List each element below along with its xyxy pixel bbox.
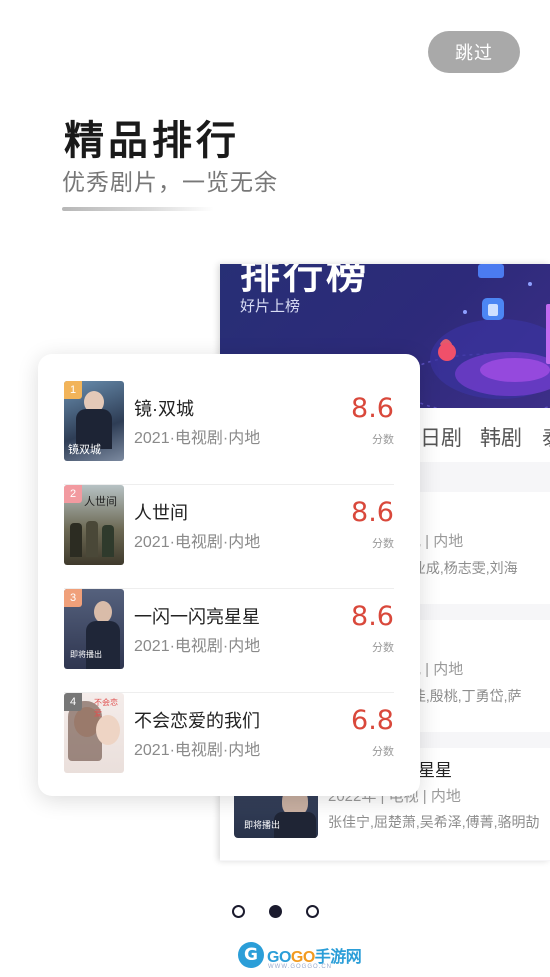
item-title: 星星 (418, 761, 452, 780)
poster-caption: 人世间 (84, 496, 117, 508)
page-dot-2-active[interactable] (268, 905, 282, 918)
poster-caption: 不会恋爱 (94, 698, 118, 718)
ranking-row[interactable]: 不会恋爱 4 不会恋爱的我们 2021·电视剧·内地 6.8 分数 (64, 692, 394, 796)
tab-japanese-drama[interactable]: 日剧 (420, 422, 462, 452)
poster-caption: 即将播出 (70, 650, 102, 659)
page-subtitle: 优秀剧片，一览无余 (62, 169, 278, 195)
item-cast: 张佳宁,屈楚萧,吴希泽,傅菁,骆明劼 (328, 814, 540, 830)
banner-subtitle: 好片上榜 (240, 298, 301, 315)
drama-meta: 2021·电视剧·内地 (134, 534, 261, 551)
score-label: 分数 (372, 746, 394, 758)
page-dot-3[interactable] (305, 905, 319, 918)
title-underline (62, 207, 214, 211)
drama-title: 不会恋爱的我们 (134, 711, 260, 731)
poster-caption: 镜双城 (68, 444, 101, 456)
poster-figure-body (274, 812, 316, 838)
tab-thai-drama[interactable]: 泰 (542, 422, 550, 452)
drama-title: 一闪一闪亮星星 (134, 607, 260, 627)
watermark-url: WWW.GOGGO.CN (268, 964, 332, 970)
rank-badge: 3 (64, 589, 82, 607)
drama-score: 8.6 (351, 497, 394, 528)
rank-badge: 1 (64, 381, 82, 399)
ranking-row[interactable]: 镜双城 1 镜·双城 2021·电视剧·内地 8.6 分数 (64, 381, 394, 484)
score-label: 分数 (372, 434, 394, 446)
drama-title: 人世间 (134, 503, 188, 523)
page-indicator (0, 905, 550, 921)
page-title: 精品排行 (64, 119, 240, 163)
rank-badge: 2 (64, 485, 82, 503)
rank-badge: 4 (64, 693, 82, 711)
ranking-card: 镜双城 1 镜·双城 2021·电视剧·内地 8.6 分数 人世间 2 人世间 … (38, 354, 420, 796)
page-dot-1[interactable] (231, 905, 245, 918)
tab-korean-drama[interactable]: 韩剧 (480, 422, 522, 452)
skip-button[interactable]: 跳过 (428, 31, 520, 73)
ranking-row[interactable]: 人世间 2 人世间 2021·电视剧·内地 8.6 分数 (64, 484, 394, 588)
poster-caption: 即将播出 (244, 820, 281, 830)
score-label: 分数 (372, 642, 394, 654)
drama-score: 6.8 (351, 705, 394, 736)
drama-score: 8.6 (351, 601, 394, 632)
ranking-row[interactable]: 即将播出 3 一闪一闪亮星星 2021·电视剧·内地 8.6 分数 (64, 588, 394, 692)
drama-title: 镜·双城 (134, 399, 194, 419)
drama-meta: 2021·电视剧·内地 (134, 638, 261, 655)
poster-image: 镜双城 1 (64, 381, 124, 461)
watermark-logo: G GOGO手游网 WWW.GOGGO.CN (238, 940, 362, 970)
poster-image: 即将播出 3 (64, 589, 124, 669)
drama-meta: 2021·电视剧·内地 (134, 742, 261, 759)
poster-image: 不会恋爱 4 (64, 693, 124, 773)
poster-image: 人世间 2 (64, 485, 124, 565)
drama-meta: 2021·电视剧·内地 (134, 430, 261, 447)
drama-score: 8.6 (351, 393, 394, 424)
gogo-logo-icon: G (238, 942, 264, 968)
score-label: 分数 (372, 538, 394, 550)
